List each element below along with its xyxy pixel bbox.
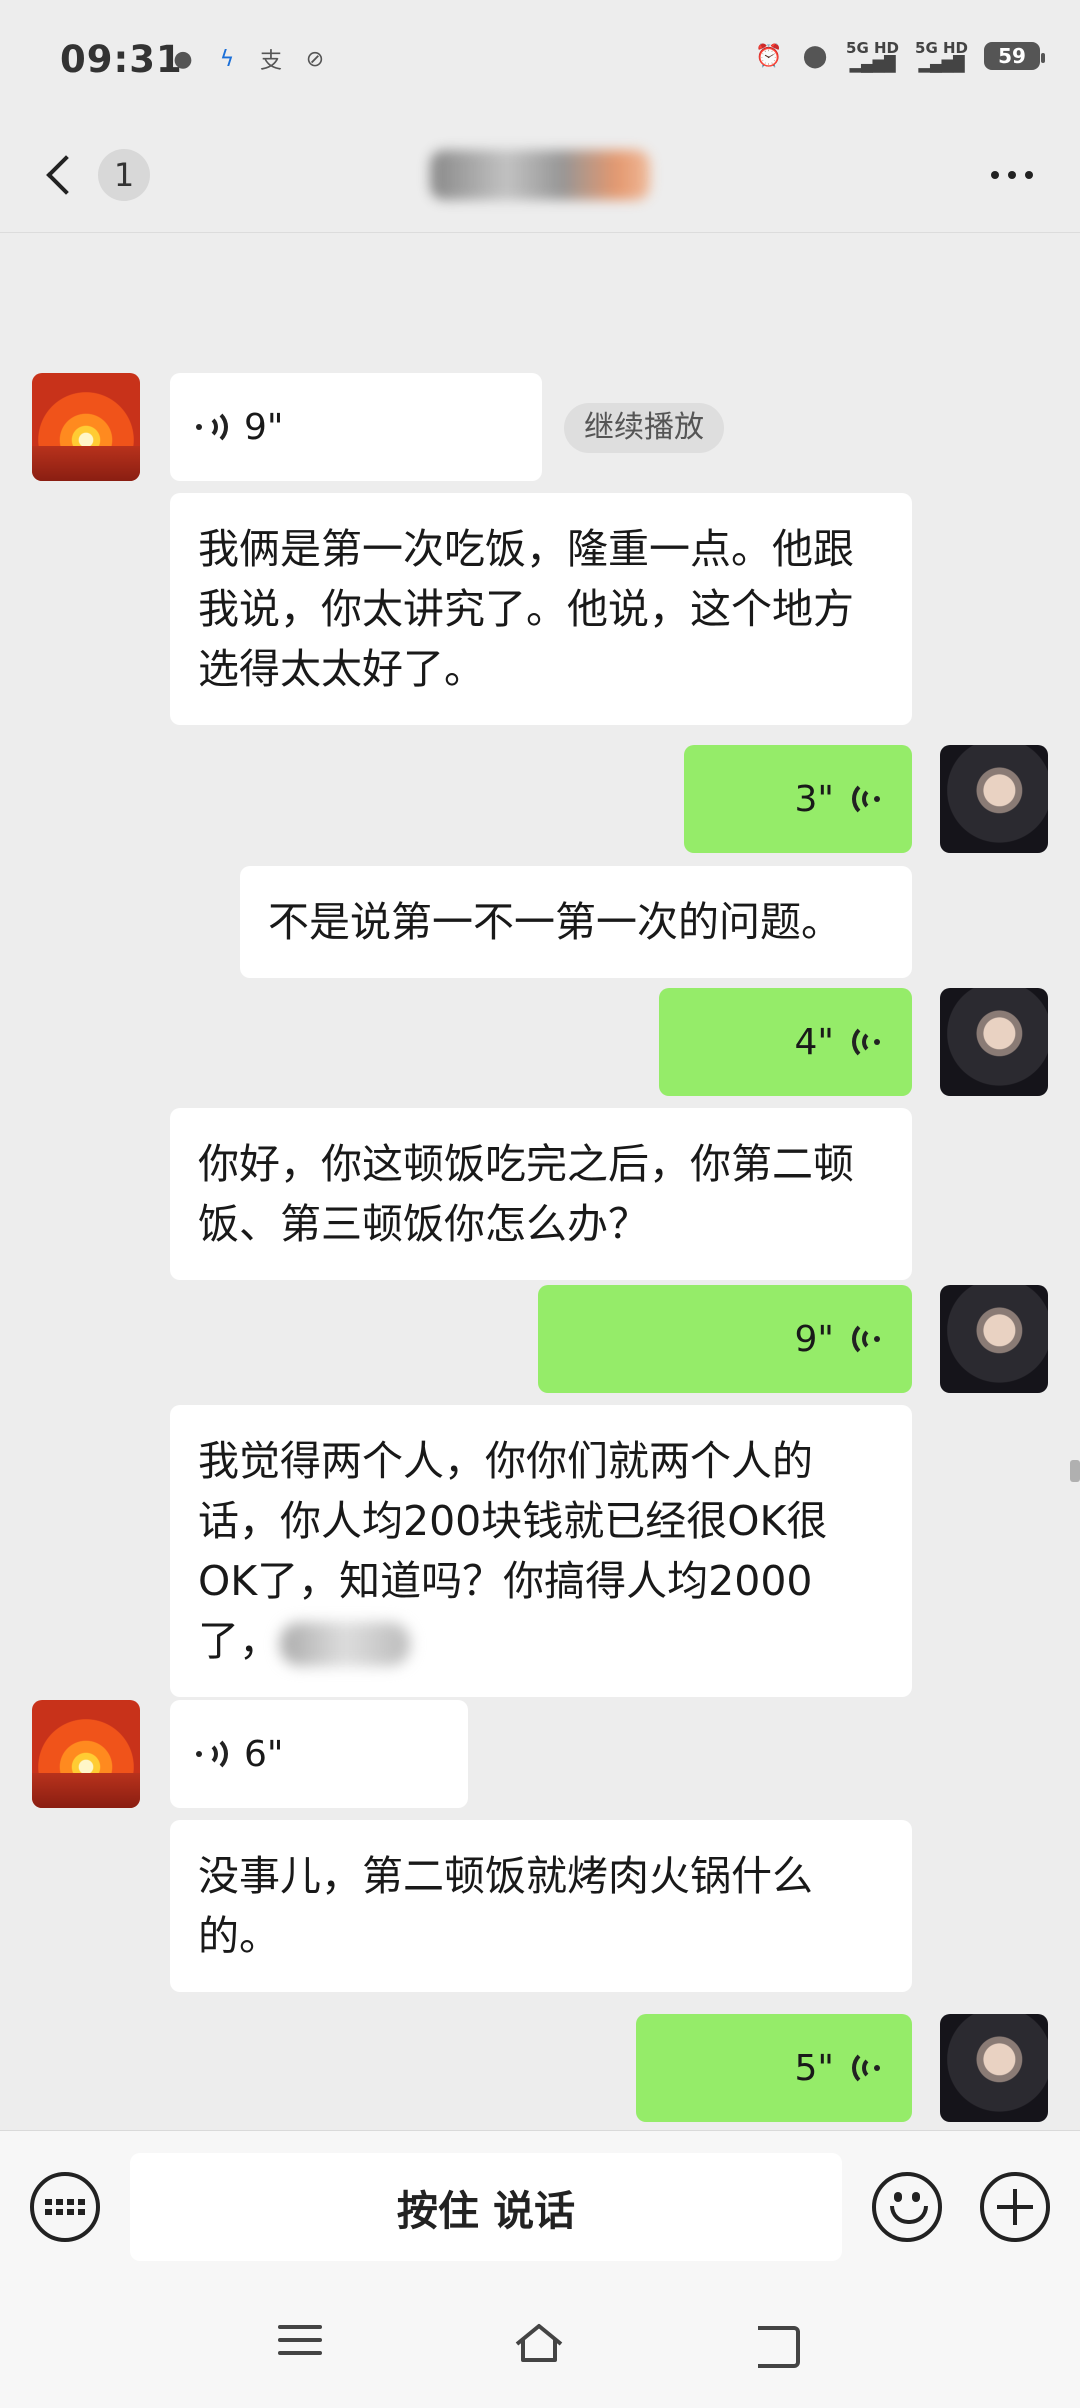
unread-count-badge: 1 <box>98 149 150 201</box>
voice-transcript[interactable]: 没事儿，第二顿饭就烤肉火锅什么的。 <box>170 1820 912 1992</box>
message-text: 我俩是第一次吃饭，隆重一点。他跟我说，你太讲究了。他说，这个地方选得太太好了。 <box>198 525 854 693</box>
my-avatar[interactable] <box>940 1285 1048 1393</box>
contact-avatar[interactable] <box>32 373 140 481</box>
back-button[interactable]: 1 <box>38 142 158 208</box>
menu-icon[interactable] <box>270 2316 330 2372</box>
voice-message[interactable]: 6" <box>170 1700 468 1808</box>
voice-wave-icon <box>846 1023 882 1061</box>
message-text: 你好，你这顿饭吃完之后，你第二顿饭、第三顿饭你怎么办？ <box>198 1140 854 1248</box>
my-avatar[interactable] <box>940 2014 1048 2122</box>
message-text: 没事儿，第二顿饭就烤肉火锅什么的。 <box>198 1852 813 1960</box>
voice-message[interactable]: 4" <box>659 988 912 1096</box>
chat-title: ··· <box>430 150 650 200</box>
alipay-icon: 支 <box>259 49 282 74</box>
emoji-button[interactable] <box>872 2172 942 2242</box>
voice-duration: 9" <box>794 1318 834 1360</box>
emoji-icon <box>876 2176 938 2238</box>
resume-playback-button[interactable]: 继续播放 <box>564 403 724 453</box>
voice-wave-icon <box>196 1735 232 1773</box>
voice-wave-icon <box>846 1320 882 1358</box>
system-nav-bar <box>0 2282 1080 2408</box>
app-notification-icon: ⊘ <box>305 46 325 72</box>
voice-transcript[interactable]: 不是说第一不一第一次的问题。 <box>240 866 912 978</box>
voice-duration: 9" <box>244 406 284 448</box>
chat-header: 1 ··· <box>0 120 1080 233</box>
my-avatar[interactable] <box>940 745 1048 853</box>
keyboard-icon <box>45 2199 85 2215</box>
voice-duration: 5" <box>794 2047 834 2089</box>
voice-duration: 3" <box>794 778 834 820</box>
chevron-left-icon <box>46 155 86 195</box>
signal-icon: 5G HD ▂▄▆█ <box>846 39 900 73</box>
voice-duration: 4" <box>794 1021 834 1063</box>
back-nav-icon[interactable] <box>750 2316 810 2372</box>
message-text: 不是说第一不一第一次的问题。 <box>268 898 842 946</box>
voice-message[interactable]: 9" <box>170 373 542 481</box>
scroll-indicator[interactable] <box>1070 1460 1080 1482</box>
plus-icon[interactable] <box>980 2172 1050 2242</box>
location-icon: ⬤ <box>802 43 828 69</box>
status-time: 09:31 <box>60 38 183 81</box>
voice-message[interactable]: 9" <box>538 1285 912 1393</box>
status-notification-icons: ● ϟ 支 ⊘ <box>168 44 330 75</box>
voice-message[interactable]: 5" <box>636 2014 912 2122</box>
alarm-icon: ⏰ <box>755 43 783 69</box>
voice-wave-icon <box>846 2049 882 2087</box>
app-notification-icon: ● <box>173 46 193 72</box>
battery-icon: 59 <box>984 42 1045 70</box>
voice-transcript[interactable]: 你好，你这顿饭吃完之后，你第二顿饭、第三顿饭你怎么办？ <box>170 1108 912 1280</box>
voice-message[interactable]: 3" <box>684 745 912 853</box>
contact-avatar[interactable] <box>32 1700 140 1808</box>
hold-to-talk-button[interactable]: 按住 说话 <box>130 2153 842 2261</box>
my-avatar[interactable] <box>940 988 1048 1096</box>
blurred-text <box>280 1622 410 1666</box>
status-system-icons: ⏰ ⬤ 5G HD ▂▄▆█ 5G HD ▂▄▆█ 59 <box>754 39 1045 73</box>
status-bar: 09:31 ● ϟ 支 ⊘ ⏰ ⬤ 5G HD ▂▄▆█ 5G HD ▂▄▆█ 59 <box>0 0 1080 130</box>
voice-transcript[interactable]: 我觉得两个人，你你们就两个人的话，你人均200块钱就已经很OK很OK了，知道吗？… <box>170 1405 912 1697</box>
battery-level: 59 <box>998 44 1026 68</box>
home-icon[interactable] <box>510 2316 570 2372</box>
voice-wave-icon <box>846 780 882 818</box>
more-dots-icon[interactable] <box>982 150 1042 200</box>
voice-duration: 6" <box>244 1733 284 1775</box>
telecom-icon: ϟ <box>219 46 235 72</box>
text-message[interactable]: 我俩是第一次吃饭，隆重一点。他跟我说，你太讲究了。他说，这个地方选得太太好了。 <box>170 493 912 725</box>
signal-icon: 5G HD ▂▄▆█ <box>915 39 968 73</box>
input-bar: 按住 说话 <box>0 2130 1080 2283</box>
keyboard-toggle-button[interactable] <box>30 2172 100 2242</box>
voice-wave-icon <box>196 408 232 446</box>
